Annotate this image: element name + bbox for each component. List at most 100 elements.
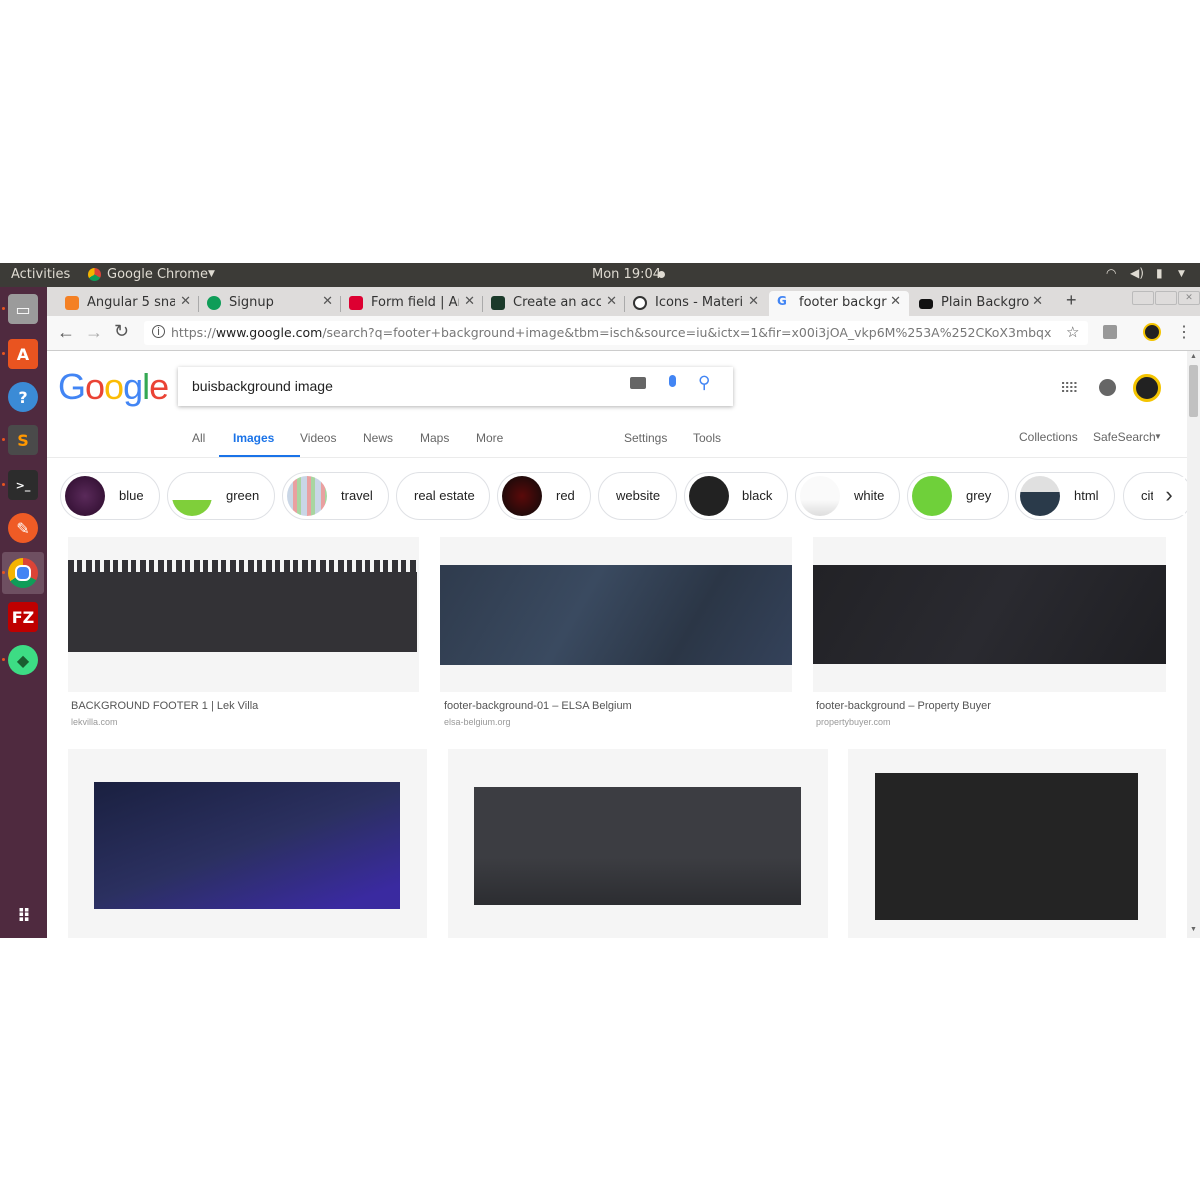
sublime-text-icon[interactable]: S [8,425,38,455]
activities-button[interactable]: Activities [11,267,70,282]
chip-label: grey [966,488,992,503]
settings-link[interactable]: Settings [624,431,667,445]
maximize-icon[interactable] [1155,291,1177,305]
result-caption[interactable]: footer-background-01 – ELSA Belgium [444,700,632,712]
reload-icon[interactable]: ↻ [114,321,129,342]
chip-green[interactable]: green [167,472,275,520]
system-top-bar: Activities Google Chrome ▼ Mon 19:04 ◠ ◀… [0,263,1200,287]
battery-icon[interactable]: ▮ [1156,266,1163,280]
microphone-icon[interactable] [669,375,676,387]
system-menu-chevron-icon[interactable]: ▼ [1178,269,1185,279]
tab-form-field[interactable]: Form field | An ✕ [341,291,483,316]
chevron-right-icon[interactable]: › [1153,477,1185,515]
notifications-bell-icon[interactable] [1099,379,1116,396]
result-card[interactable] [813,537,1166,692]
close-icon[interactable]: ✕ [748,294,759,309]
close-icon[interactable]: ✕ [890,294,901,309]
tab-angular[interactable]: Angular 5 snac ✕ [57,291,199,316]
tab-all[interactable]: All [192,431,205,445]
postman-icon[interactable]: ✎ [8,513,38,543]
show-applications-icon[interactable]: ⠿ [8,901,38,931]
search-icon[interactable]: ⚲ [698,373,710,393]
terminal-icon[interactable]: >_ [8,470,38,500]
ubuntu-software-icon[interactable]: A [8,339,38,369]
account-avatar[interactable] [1133,374,1161,402]
search-input[interactable]: buisbackground image [192,378,333,394]
camera-icon[interactable] [630,377,646,389]
minimize-icon[interactable] [1132,291,1154,305]
chip-black[interactable]: black [684,472,788,520]
safesearch-toggle[interactable]: SafeSearch [1093,430,1156,444]
android-studio-icon[interactable]: ◆ [8,645,38,675]
tab-maps[interactable]: Maps [420,431,449,445]
clock[interactable]: Mon 19:04 [592,267,661,282]
result-caption[interactable]: footer-background – Property Buyer [816,700,991,712]
close-icon[interactable]: ✕ [606,294,617,309]
google-logo[interactable]: Google [58,366,169,408]
chip-label: blue [119,488,144,503]
forward-icon[interactable]: → [85,322,103,343]
chip-html[interactable]: html [1015,472,1115,520]
result-card[interactable] [68,537,419,692]
help-icon[interactable]: ? [8,382,38,412]
info-icon[interactable]: i [152,325,165,338]
result-image[interactable] [94,782,400,909]
app-menu[interactable]: Google Chrome [107,267,208,282]
scroll-up-icon[interactable]: ▲ [1190,353,1197,360]
result-card[interactable] [848,749,1166,938]
google-chrome-icon[interactable] [8,558,38,588]
close-icon[interactable]: ✕ [464,294,475,309]
scrollbar-thumb[interactable] [1189,365,1198,417]
tab-images[interactable]: Images [233,431,274,445]
close-window-icon[interactable]: ✕ [1178,291,1200,305]
result-card[interactable] [448,749,828,938]
scroll-down-icon[interactable]: ▼ [1190,926,1197,933]
chip-thumbnail [502,476,542,516]
apps-grid-icon[interactable]: ⠿⠿ [1060,380,1078,397]
profile-avatar[interactable] [1143,323,1161,341]
close-icon[interactable]: ✕ [322,294,333,309]
search-box[interactable]: buisbackground image ⚲ [178,367,733,406]
wifi-icon[interactable]: ◠ [1106,266,1116,280]
result-image[interactable] [875,773,1138,920]
volume-icon[interactable]: ◀) [1130,266,1144,280]
result-image[interactable] [440,565,792,665]
chip-website[interactable]: website [598,472,677,520]
result-card[interactable] [68,749,427,938]
chip-thumbnail [65,476,105,516]
new-tab-icon[interactable]: + [1066,290,1077,311]
tools-link[interactable]: Tools [693,431,721,445]
files-icon[interactable]: ▭ [8,294,38,324]
chip-real-estate[interactable]: real estate [396,472,490,520]
menu-icon[interactable]: ⋮ [1176,322,1192,342]
page-scrollbar[interactable]: ▲ ▼ [1187,351,1200,938]
chip-travel[interactable]: travel [282,472,389,520]
tab-icons-material[interactable]: Icons - Materia ✕ [625,291,767,316]
chip-grey[interactable]: grey [907,472,1009,520]
tab-plain-background[interactable]: Plain Backgro ✕ [911,291,1051,316]
result-caption[interactable]: BACKGROUND FOOTER 1 | Lek Villa [71,700,258,712]
extension-icon[interactable] [1103,325,1117,339]
tab-videos[interactable]: Videos [300,431,336,445]
chip-red[interactable]: red [497,472,591,520]
close-icon[interactable]: ✕ [1032,294,1043,309]
collections-link[interactable]: Collections [1019,430,1078,444]
tab-news[interactable]: News [363,431,393,445]
tab-label: Form field | An [371,295,459,310]
result-card[interactable] [440,537,792,692]
tab-footer-background[interactable]: G footer backgr ✕ [769,291,909,316]
bookmark-star-icon[interactable]: ☆ [1066,323,1079,341]
back-icon[interactable]: ← [57,322,75,343]
tab-create-account[interactable]: Create an acco ✕ [483,291,625,316]
filezilla-icon[interactable]: FZ [8,602,38,632]
tab-signup[interactable]: Signup ✕ [199,291,341,316]
address-bar[interactable]: i https://www.google.com/search?q=footer… [144,321,1088,345]
tab-more[interactable]: More [476,431,503,445]
close-icon[interactable]: ✕ [180,294,191,309]
result-image[interactable] [68,572,417,652]
chip-white[interactable]: white [795,472,900,520]
tab-label: Create an acco [513,295,601,310]
chip-blue[interactable]: blue [60,472,160,520]
result-image[interactable] [474,787,801,905]
result-image[interactable] [813,565,1166,664]
